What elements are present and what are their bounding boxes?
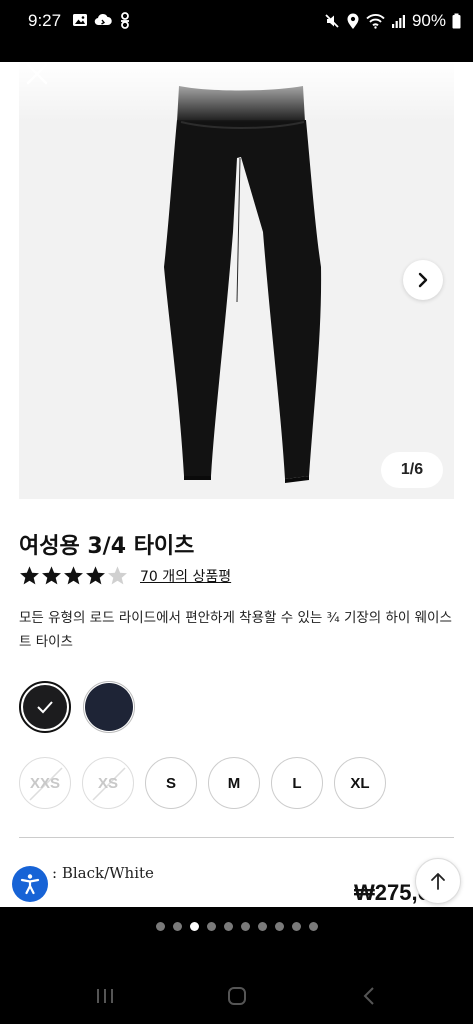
recent-apps-icon[interactable]: [95, 987, 115, 1005]
pager-dot[interactable]: [155, 922, 165, 931]
reviews-link[interactable]: 70 개의 상품평: [140, 566, 231, 586]
battery-percent: 90%: [411, 11, 446, 30]
scroll-to-top-button[interactable]: [415, 858, 461, 904]
star-filled-icon: [42, 566, 61, 585]
product-sheet: 1/6 여성용 3/4 타이츠 70 개의 상품평 모든 유형의 로드 라이드에…: [0, 62, 473, 907]
star-filled-icon: [86, 566, 105, 585]
system-nav-bar: [0, 968, 473, 1024]
swatch-fill-navy: [85, 683, 133, 731]
size-option-xxs[interactable]: XXS: [19, 757, 71, 809]
size-label: M: [227, 774, 241, 792]
product-image: [164, 86, 322, 483]
screen: 9:27 90% 1/6 여성용 3/4 타이츠 70 개의 상품평 모든 유형…: [0, 0, 473, 1024]
size-option-l[interactable]: L: [271, 757, 323, 809]
star-filled-icon: [20, 566, 39, 585]
size-label: XL: [350, 774, 370, 792]
pager-dot[interactable]: [274, 922, 284, 931]
size-label: L: [292, 774, 302, 792]
status-right: 90%: [324, 11, 461, 31]
pager-dot[interactable]: [172, 922, 182, 931]
pager-dot[interactable]: [223, 922, 233, 931]
selected-color-label: : Black/White: [52, 864, 154, 882]
product-title: 여성용 3/4 타이츠: [19, 534, 195, 559]
product-gallery[interactable]: 1/6: [19, 62, 454, 499]
size-label: S: [165, 774, 176, 792]
signal-icon: [391, 14, 405, 28]
next-image-button[interactable]: [403, 260, 443, 300]
color-swatch-black[interactable]: [19, 681, 71, 733]
pager-dot[interactable]: [291, 922, 301, 931]
cloud-icon: [94, 13, 112, 26]
pager-dot[interactable]: [206, 922, 216, 931]
size-option-xs[interactable]: XS: [82, 757, 134, 809]
pager-dot[interactable]: [240, 922, 250, 931]
pager-dot[interactable]: [257, 922, 267, 931]
pager-dots: [0, 922, 473, 931]
pager-dot[interactable]: [189, 922, 199, 931]
rating-row: 70 개의 상품평: [19, 565, 231, 586]
size-option-xl[interactable]: XL: [334, 757, 386, 809]
location-icon: [347, 13, 359, 29]
size-label: XXS: [29, 774, 60, 792]
divider: [19, 837, 454, 838]
chevron-right-icon: [418, 272, 428, 288]
size-option-m[interactable]: M: [208, 757, 260, 809]
home-icon[interactable]: [227, 986, 247, 1006]
star-empty-icon: [108, 566, 127, 585]
top-fade: [0, 62, 473, 122]
star-filled-icon: [64, 566, 83, 585]
status-bar: 9:27 90%: [0, 0, 473, 44]
status-left-icons: [72, 12, 132, 30]
pager-dot[interactable]: [308, 922, 318, 931]
size-label: XS: [97, 774, 118, 792]
close-button[interactable]: [22, 62, 52, 92]
battery-icon: [452, 13, 461, 29]
arrow-up-icon: [431, 873, 445, 890]
accessibility-button[interactable]: [12, 866, 48, 902]
image-counter: 1/6: [381, 452, 443, 488]
product-description: 모든 유형의 로드 라이드에서 편안하게 착용할 수 있는 ¾ 기장의 하이 웨…: [19, 610, 452, 650]
check-icon: [37, 701, 53, 714]
color-swatch-navy[interactable]: [83, 681, 135, 733]
status-time: 9:27: [28, 11, 62, 30]
swatch-fill-black: [23, 685, 67, 729]
color-swatches: [19, 681, 135, 733]
image-icon: [73, 14, 87, 26]
size-option-s[interactable]: S: [145, 757, 197, 809]
accessibility-icon: [20, 874, 40, 895]
close-icon: [26, 63, 48, 85]
size-options: XXS XS S M L XL: [19, 757, 386, 809]
rating-stars: [19, 565, 128, 586]
wifi-icon: [366, 14, 385, 29]
back-icon[interactable]: [362, 986, 376, 1006]
mute-icon: [325, 14, 339, 28]
link-icon: [121, 12, 129, 29]
